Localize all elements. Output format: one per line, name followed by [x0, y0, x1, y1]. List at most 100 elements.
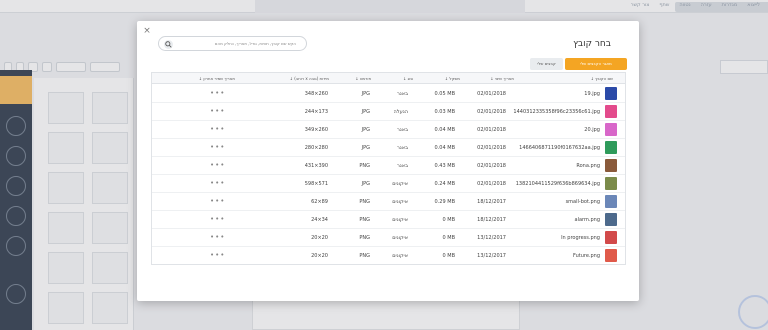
- file-thumbnail: [605, 249, 617, 262]
- file-size: 0.04 MB: [434, 145, 455, 151]
- more-actions-icon[interactable]: •••: [210, 161, 225, 169]
- file-size: 0.29 MB: [434, 199, 455, 205]
- more-actions-icon[interactable]: •••: [210, 89, 225, 97]
- file-type: איקונים: [392, 235, 408, 241]
- file-format: JPG: [361, 127, 370, 133]
- file-size: 0 MB: [442, 235, 455, 241]
- more-actions-icon[interactable]: •••: [210, 143, 225, 151]
- file-name: 1382104411529f636b869634.jpg: [515, 181, 600, 187]
- file-thumbnail: [605, 87, 617, 100]
- table-row[interactable]: Rona.png 02/01/2018 0.43 MB באנר PNG 431×390 •…: [152, 157, 625, 175]
- modal-title: בחר קובץ: [573, 39, 611, 49]
- more-actions-icon[interactable]: •••: [210, 233, 225, 241]
- file-type: באנר: [396, 127, 408, 133]
- file-name: Future.png: [572, 253, 600, 259]
- file-dimensions: 24×34: [311, 217, 328, 223]
- more-actions-icon[interactable]: •••: [210, 215, 225, 223]
- file-tabs: מאגר הקבצים שלי קבצים שלי: [530, 58, 627, 70]
- file-thumbnail: [605, 105, 617, 118]
- file-thumbnail: [605, 231, 617, 244]
- table-row[interactable]: 19.jpg 02/01/2018 0.05 MB באנר JPG 348×260 •••: [152, 85, 625, 103]
- file-dimensions: 348×260: [304, 91, 328, 97]
- file-picker-modal: × בחר קובץ הקש שם קובץ, תוויות, גודל, תא…: [137, 21, 639, 301]
- file-thumbnail: [605, 123, 617, 136]
- file-format: JPG: [361, 145, 370, 151]
- file-dimensions: 20×20: [311, 235, 328, 241]
- file-type: באנר: [396, 163, 408, 169]
- file-format: JPG: [361, 91, 370, 97]
- table-row[interactable]: 20.jpg 02/01/2018 0.04 MB באנר JPG 349×260 •••: [152, 121, 625, 139]
- file-thumbnail: [605, 195, 617, 208]
- file-name: 1466406871190f0167632aa.jpg: [519, 145, 600, 151]
- file-modified-date: 02/01/2018: [477, 145, 506, 151]
- file-dimensions: 349×260: [304, 127, 328, 133]
- more-actions-icon[interactable]: •••: [210, 125, 225, 133]
- file-type: הנעלה: [393, 109, 408, 115]
- file-thumbnail: [605, 159, 617, 172]
- close-icon[interactable]: ×: [142, 26, 152, 36]
- file-dimensions: 244×173: [304, 109, 328, 115]
- file-dimensions: 431×390: [304, 163, 328, 169]
- search-input[interactable]: הקש שם קובץ, תוויות, גודל, תאריך, כחלק מ…: [158, 36, 307, 51]
- table-row[interactable]: In progress.png 13/12/2017 0 MB איקונים PNG 2…: [152, 229, 625, 247]
- table-row[interactable]: 1440312335358f96c23356c61.jpg 02/01/2018 0…: [152, 103, 625, 121]
- file-format: PNG: [359, 199, 370, 205]
- column-header-name[interactable]: שם הקובץ ↓: [591, 76, 613, 81]
- file-modified-date: 13/12/2017: [477, 253, 506, 259]
- file-dimensions: 280×280: [304, 145, 328, 151]
- file-dimensions: 62×89: [311, 199, 328, 205]
- file-dimensions: 598×571: [304, 181, 328, 187]
- file-name: 19.jpg: [584, 91, 600, 97]
- table-row[interactable]: 1466406871190f0167632aa.jpg 02/01/2018 0.0…: [152, 139, 625, 157]
- file-type: איקונים: [392, 181, 408, 187]
- column-header-dimensions[interactable]: מידות (גובה x רוחב) ↓: [290, 76, 329, 81]
- files-table: שם הקובץ ↓ תאריך שינוי ↓ משקל ↓ סוג ↓ פו…: [151, 72, 626, 265]
- file-modified-date: 18/12/2017: [477, 199, 506, 205]
- file-modified-date: 02/01/2018: [477, 163, 506, 169]
- file-format: PNG: [359, 235, 370, 241]
- search-icon[interactable]: [164, 40, 173, 49]
- file-dimensions: 20×20: [311, 253, 328, 259]
- file-type: איקונים: [392, 253, 408, 259]
- file-size: 0 MB: [442, 217, 455, 223]
- file-size: 0.03 MB: [434, 109, 455, 115]
- file-type: באנר: [396, 145, 408, 151]
- table-row[interactable]: Future.png 13/12/2017 0 MB איקונים PNG 20×20 •…: [152, 247, 625, 264]
- file-modified-date: 02/01/2018: [477, 181, 506, 187]
- more-actions-icon[interactable]: •••: [210, 197, 225, 205]
- file-name: small-bot.png: [565, 199, 600, 205]
- column-header-type[interactable]: סוג ↓: [403, 76, 413, 81]
- column-header-last[interactable]: תאריך שמיר אחרון ↓: [199, 76, 235, 81]
- file-format: JPG: [361, 181, 370, 187]
- file-type: באנר: [396, 91, 408, 97]
- file-modified-date: 13/12/2017: [477, 235, 506, 241]
- table-row[interactable]: alarm.png 18/12/2017 0 MB איקונים PNG 24×34 ••…: [152, 211, 625, 229]
- column-header-modified[interactable]: תאריך שינוי ↓: [490, 76, 514, 81]
- file-format: PNG: [359, 217, 370, 223]
- file-name: 1440312335358f96c23356c61.jpg: [513, 109, 600, 115]
- file-format: PNG: [359, 163, 370, 169]
- file-size: 0.05 MB: [434, 91, 455, 97]
- file-name: alarm.png: [574, 217, 600, 223]
- file-size: 0 MB: [442, 253, 455, 259]
- file-modified-date: 02/01/2018: [477, 109, 506, 115]
- table-row[interactable]: 1382104411529f636b869634.jpg 02/01/2018 0.…: [152, 175, 625, 193]
- file-type: איקונים: [392, 199, 408, 205]
- file-thumbnail: [605, 141, 617, 154]
- tab-my-files[interactable]: קבצים שלי: [530, 58, 563, 70]
- more-actions-icon[interactable]: •••: [210, 179, 225, 187]
- file-name: 20.jpg: [584, 127, 600, 133]
- more-actions-icon[interactable]: •••: [210, 107, 225, 115]
- file-thumbnail: [605, 213, 617, 226]
- file-modified-date: 02/01/2018: [477, 91, 506, 97]
- column-header-format[interactable]: פורמט ↓: [355, 76, 371, 81]
- file-modified-date: 02/01/2018: [477, 127, 506, 133]
- column-header-size[interactable]: משקל ↓: [445, 76, 460, 81]
- file-name: In progress.png: [561, 235, 600, 241]
- file-type: איקונים: [392, 217, 408, 223]
- file-size: 0.43 MB: [434, 163, 455, 169]
- more-actions-icon[interactable]: •••: [210, 251, 225, 259]
- tab-file-library[interactable]: מאגר הקבצים שלי: [565, 58, 627, 70]
- table-header: שם הקובץ ↓ תאריך שינוי ↓ משקל ↓ סוג ↓ פו…: [152, 73, 625, 84]
- table-row[interactable]: small-bot.png 18/12/2017 0.29 MB איקונים PNG…: [152, 193, 625, 211]
